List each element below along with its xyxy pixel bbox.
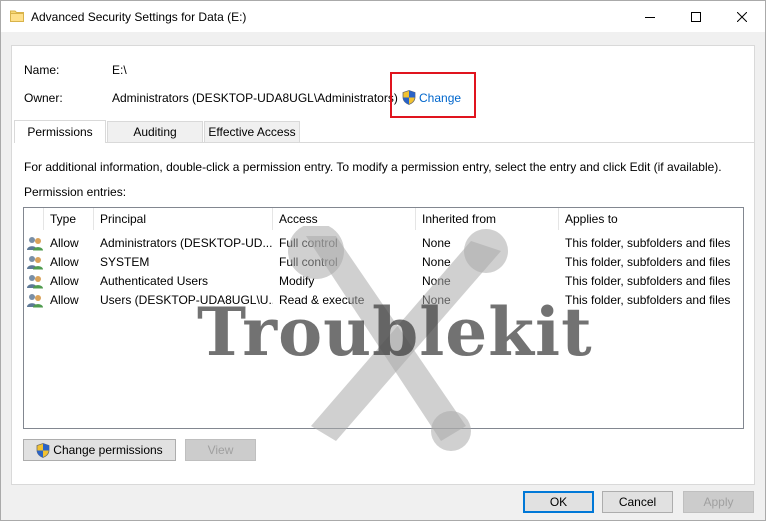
column-header-principal[interactable]: Principal <box>94 208 273 230</box>
cell-type: Allow <box>50 274 79 288</box>
close-icon <box>737 11 747 22</box>
column-header-applies-to[interactable]: Applies to <box>559 208 743 230</box>
advanced-security-settings-window: Advanced Security Settings for Data (E:)… <box>0 0 766 521</box>
apply-button[interactable]: Apply <box>683 491 754 513</box>
cell-principal: Users (DESKTOP-UDA8UGL\U... <box>100 293 273 307</box>
close-button[interactable] <box>719 1 765 32</box>
cell-access: Full control <box>279 236 338 250</box>
table-row[interactable]: Allow Administrators (DESKTOP-UD... Full… <box>24 234 743 253</box>
cell-principal: Administrators (DESKTOP-UD... <box>100 236 273 250</box>
column-header-type[interactable]: Type <box>44 208 94 230</box>
owner-label: Owner: <box>24 91 63 105</box>
cell-type: Allow <box>50 255 79 269</box>
tab-divider <box>14 142 754 143</box>
dialog-content: Name: E:\ Owner: Administrators (DESKTOP… <box>11 45 755 485</box>
permission-entries-list[interactable]: Type Principal Access Inherited from App… <box>23 207 744 429</box>
cell-inherited-from: None <box>422 236 451 250</box>
table-row[interactable]: Allow Authenticated Users Modify None Th… <box>24 272 743 291</box>
ok-button[interactable]: OK <box>523 491 594 513</box>
cancel-button[interactable]: Cancel <box>602 491 673 513</box>
tab-permissions[interactable]: Permissions <box>14 120 106 143</box>
list-header: Type Principal Access Inherited from App… <box>24 208 743 230</box>
name-label: Name: <box>24 63 60 77</box>
uac-shield-icon <box>36 442 50 458</box>
change-link-label: Change <box>419 90 462 105</box>
table-row[interactable]: Allow Users (DESKTOP-UDA8UGL\U... Read &… <box>24 291 743 310</box>
cell-access: Modify <box>279 274 315 288</box>
column-header-access[interactable]: Access <box>273 208 416 230</box>
cell-access: Read & execute <box>279 293 365 307</box>
folder-icon <box>10 10 24 22</box>
cell-applies-to: This folder, subfolders and files <box>565 236 731 250</box>
table-row[interactable]: Allow SYSTEM Full control None This fold… <box>24 253 743 272</box>
cell-inherited-from: None <box>422 293 451 307</box>
user-group-icon <box>27 256 43 270</box>
permission-description: For additional information, double-click… <box>24 160 722 174</box>
uac-shield-icon <box>402 90 416 105</box>
cell-inherited-from: None <box>422 274 451 288</box>
cell-applies-to: This folder, subfolders and files <box>565 274 731 288</box>
cell-inherited-from: None <box>422 255 451 269</box>
maximize-button[interactable] <box>673 1 719 32</box>
cell-principal: Authenticated Users <box>100 274 209 288</box>
cell-access: Full control <box>279 255 338 269</box>
minimize-icon <box>645 16 655 18</box>
tab-effective-access[interactable]: Effective Access <box>204 121 300 142</box>
name-value: E:\ <box>112 63 127 77</box>
column-header-inherited-from[interactable]: Inherited from <box>416 208 559 230</box>
title-bar[interactable]: Advanced Security Settings for Data (E:) <box>1 1 765 32</box>
user-group-icon <box>27 237 43 251</box>
cell-principal: SYSTEM <box>100 255 150 269</box>
owner-value: Administrators (DESKTOP-UDA8UGL\Administ… <box>112 91 398 105</box>
column-header-icon <box>24 208 44 230</box>
permission-entries-label: Permission entries: <box>24 185 127 199</box>
cell-type: Allow <box>50 236 79 250</box>
view-button[interactable]: View <box>185 439 256 461</box>
change-owner-link[interactable]: Change <box>402 90 461 105</box>
user-group-icon <box>27 275 43 289</box>
cell-applies-to: This folder, subfolders and files <box>565 293 731 307</box>
change-permissions-button[interactable]: Change permissions <box>23 439 176 461</box>
cell-applies-to: This folder, subfolders and files <box>565 255 731 269</box>
window-title: Advanced Security Settings for Data (E:) <box>31 10 247 24</box>
cell-type: Allow <box>50 293 79 307</box>
maximize-icon <box>691 11 701 22</box>
tab-auditing[interactable]: Auditing <box>107 121 203 142</box>
user-group-icon <box>27 294 43 308</box>
minimize-button[interactable] <box>627 1 673 32</box>
change-permissions-label: Change permissions <box>53 443 163 457</box>
